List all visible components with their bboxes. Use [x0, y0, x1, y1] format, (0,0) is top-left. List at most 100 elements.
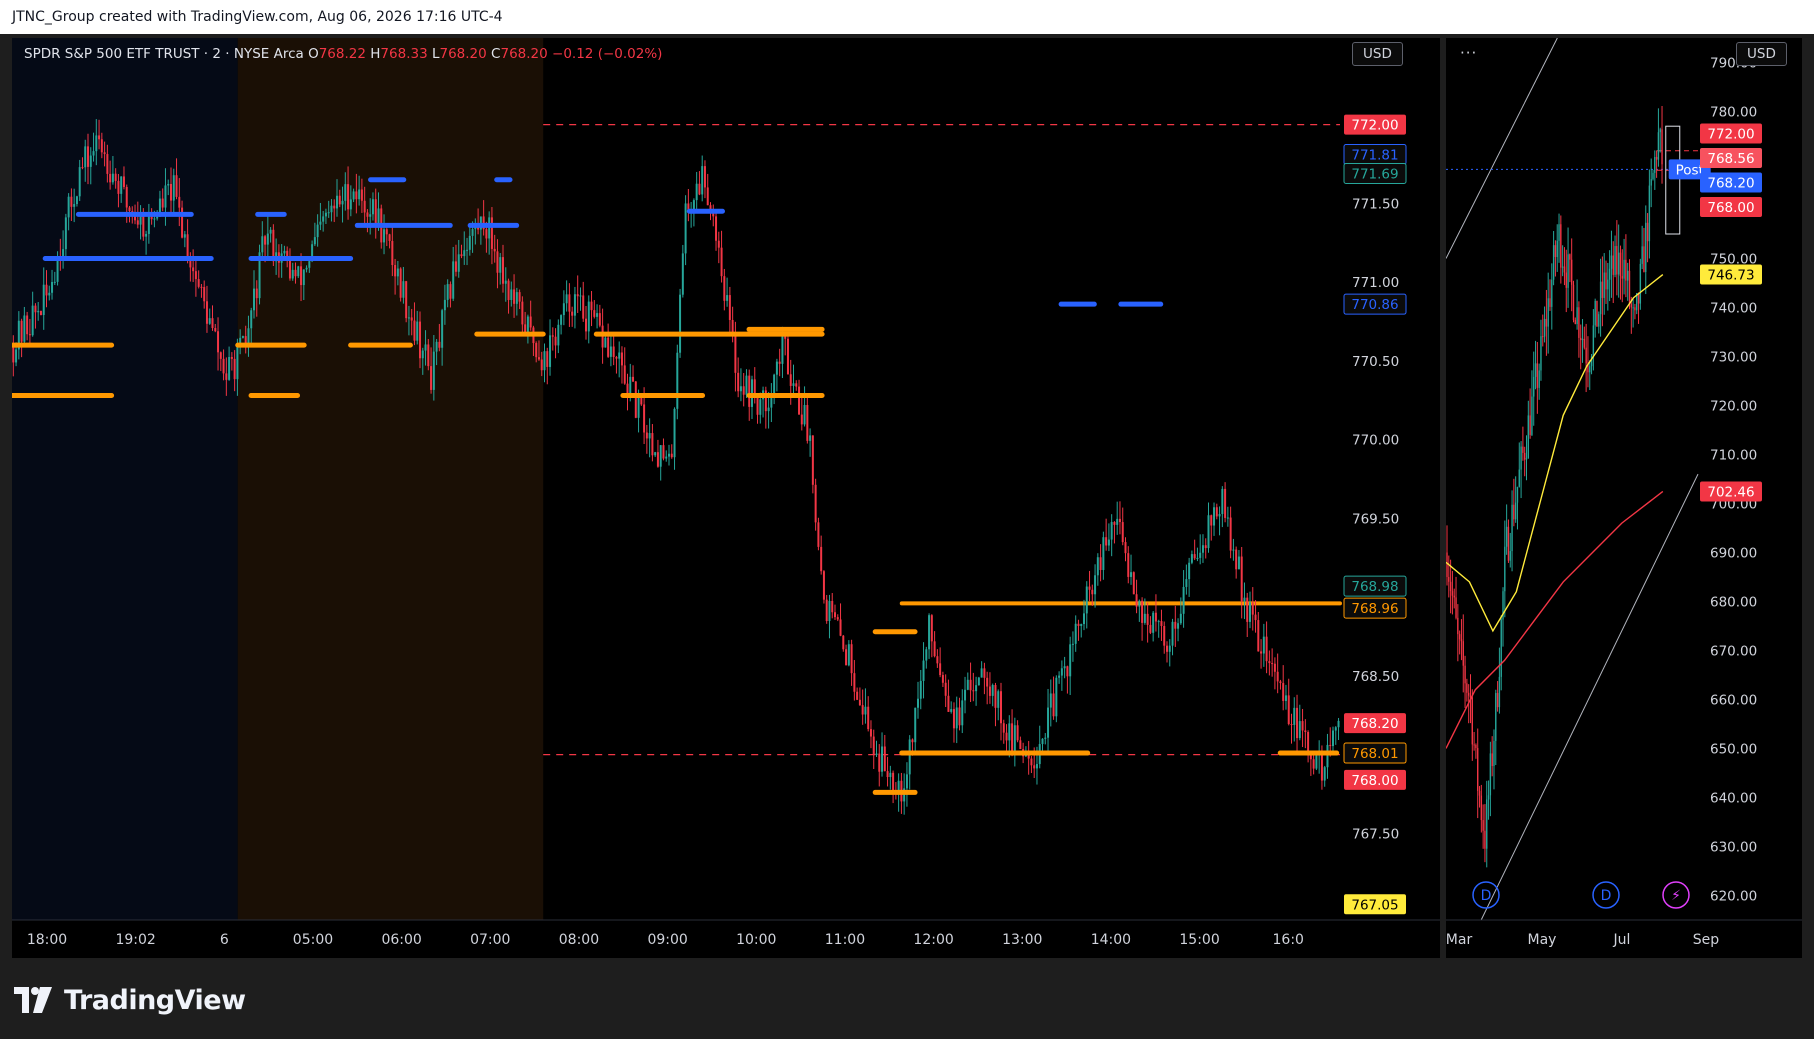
candle-body — [1030, 758, 1033, 766]
candle-body — [316, 224, 319, 238]
candle-body — [211, 318, 214, 329]
candle-body — [1329, 744, 1332, 747]
candle-body — [842, 635, 845, 650]
candle-body — [803, 405, 806, 425]
candle-body — [161, 198, 164, 208]
candle-body — [360, 189, 363, 201]
candle-body — [507, 280, 510, 301]
price-label: 768.01 — [1351, 746, 1398, 762]
candle-body — [319, 221, 322, 225]
candle-body — [374, 199, 377, 224]
daily-candle-body — [1646, 222, 1649, 242]
candle-body — [446, 284, 449, 300]
candle-body — [45, 284, 48, 296]
candle-body — [590, 301, 593, 311]
daily-candle-body — [1520, 446, 1522, 470]
candle-body — [499, 257, 502, 273]
y-tick-label: 770.50 — [1352, 354, 1399, 370]
candle-body — [51, 282, 54, 293]
candle-body — [109, 173, 112, 183]
daily-chart[interactable]: Post790.00780.00750.00740.00730.00720.00… — [1446, 38, 1802, 958]
candle-body — [1041, 738, 1044, 745]
daily-candle-body — [1655, 156, 1658, 160]
daily-y-tick-label: 690.00 — [1710, 546, 1757, 562]
candle-body — [645, 432, 648, 439]
candle-body — [230, 357, 233, 359]
sma-yellow-line — [1446, 273, 1664, 633]
candle-body — [419, 321, 421, 359]
candle-body — [302, 269, 305, 286]
candle-body — [394, 265, 397, 277]
candle-body — [759, 399, 762, 415]
candle-body — [349, 199, 352, 210]
candle-body — [34, 305, 37, 313]
candle-body — [253, 288, 255, 311]
candle-body — [1130, 572, 1133, 577]
candle-body — [1210, 515, 1213, 526]
candle-body — [1174, 621, 1177, 629]
daily-candle-body — [1518, 469, 1520, 487]
candle-body — [955, 707, 958, 729]
candle-body — [308, 261, 311, 268]
x-tick-label: 18:00 — [27, 932, 67, 948]
intraday-chart[interactable]: 771.50 771.00 770.50 770.00 769.50 768.50 767.… — [12, 38, 1440, 958]
candle-body — [1171, 621, 1174, 646]
attribution-bar: JTNC_Group created with TradingView.com,… — [0, 0, 1814, 34]
candle-body — [28, 334, 31, 336]
candle-body — [1152, 612, 1155, 633]
intraday-chart-pane[interactable]: 771.50 771.00 770.50 770.00 769.50 768.50 767.… — [12, 38, 1440, 958]
channel-upper-line — [1446, 38, 1558, 259]
candle-body — [170, 183, 172, 201]
more-options-icon[interactable]: ··· — [1460, 44, 1477, 62]
candle-body — [42, 284, 45, 315]
candle-body — [39, 310, 42, 315]
candle-body — [549, 335, 552, 367]
candle-body — [1096, 557, 1099, 576]
candle-body — [778, 361, 781, 364]
candle-body — [1080, 623, 1083, 626]
candle-body — [1298, 721, 1301, 739]
candle-body — [886, 771, 889, 778]
daily-price-label: 746.73 — [1707, 268, 1754, 284]
side-currency-button[interactable]: USD — [1736, 42, 1787, 66]
candle-body — [966, 679, 969, 690]
candle-body — [460, 254, 463, 257]
candle-body — [100, 139, 103, 153]
daily-chart-pane[interactable]: Post 790.00 780.00 750.00 740.00 730.00 720.00… — [1446, 38, 1802, 958]
daily-candle-body — [1543, 318, 1546, 337]
candle-body — [551, 335, 554, 337]
candle-body — [1304, 730, 1307, 733]
candle-body — [579, 295, 582, 297]
candle-body — [845, 649, 848, 666]
candle-body — [1326, 744, 1329, 768]
candle-body — [997, 691, 1000, 708]
candle-body — [535, 343, 538, 358]
daily-y-tick-label: 720.00 — [1710, 399, 1757, 415]
currency-button[interactable]: USD — [1352, 42, 1403, 66]
candle-body — [800, 414, 803, 425]
overnight-session-bg — [12, 38, 238, 920]
candle-body — [327, 212, 330, 214]
candle-body — [1320, 753, 1323, 781]
candle-body — [1143, 613, 1146, 623]
candle-body — [1149, 624, 1152, 633]
candle-body — [167, 183, 170, 186]
daily-candle-body — [1462, 641, 1464, 666]
candle-body — [164, 185, 167, 208]
daily-candle-body — [1522, 446, 1524, 453]
candle-body — [1196, 557, 1199, 559]
candle-body — [573, 294, 576, 316]
price-label: 772.00 — [1351, 118, 1398, 134]
candle-body — [192, 267, 195, 272]
daily-candle-body — [1545, 318, 1548, 327]
daily-y-tick-label: 710.00 — [1710, 448, 1757, 464]
candle-body — [745, 375, 748, 395]
candle-body — [1337, 720, 1340, 728]
candle-body — [742, 386, 745, 395]
candle-body — [1085, 586, 1088, 614]
candle-body — [410, 317, 413, 321]
candle-body — [1002, 723, 1005, 733]
candle-body — [1226, 517, 1229, 519]
ohlc-high: 768.33 — [380, 46, 428, 62]
candle-body — [1127, 553, 1130, 577]
